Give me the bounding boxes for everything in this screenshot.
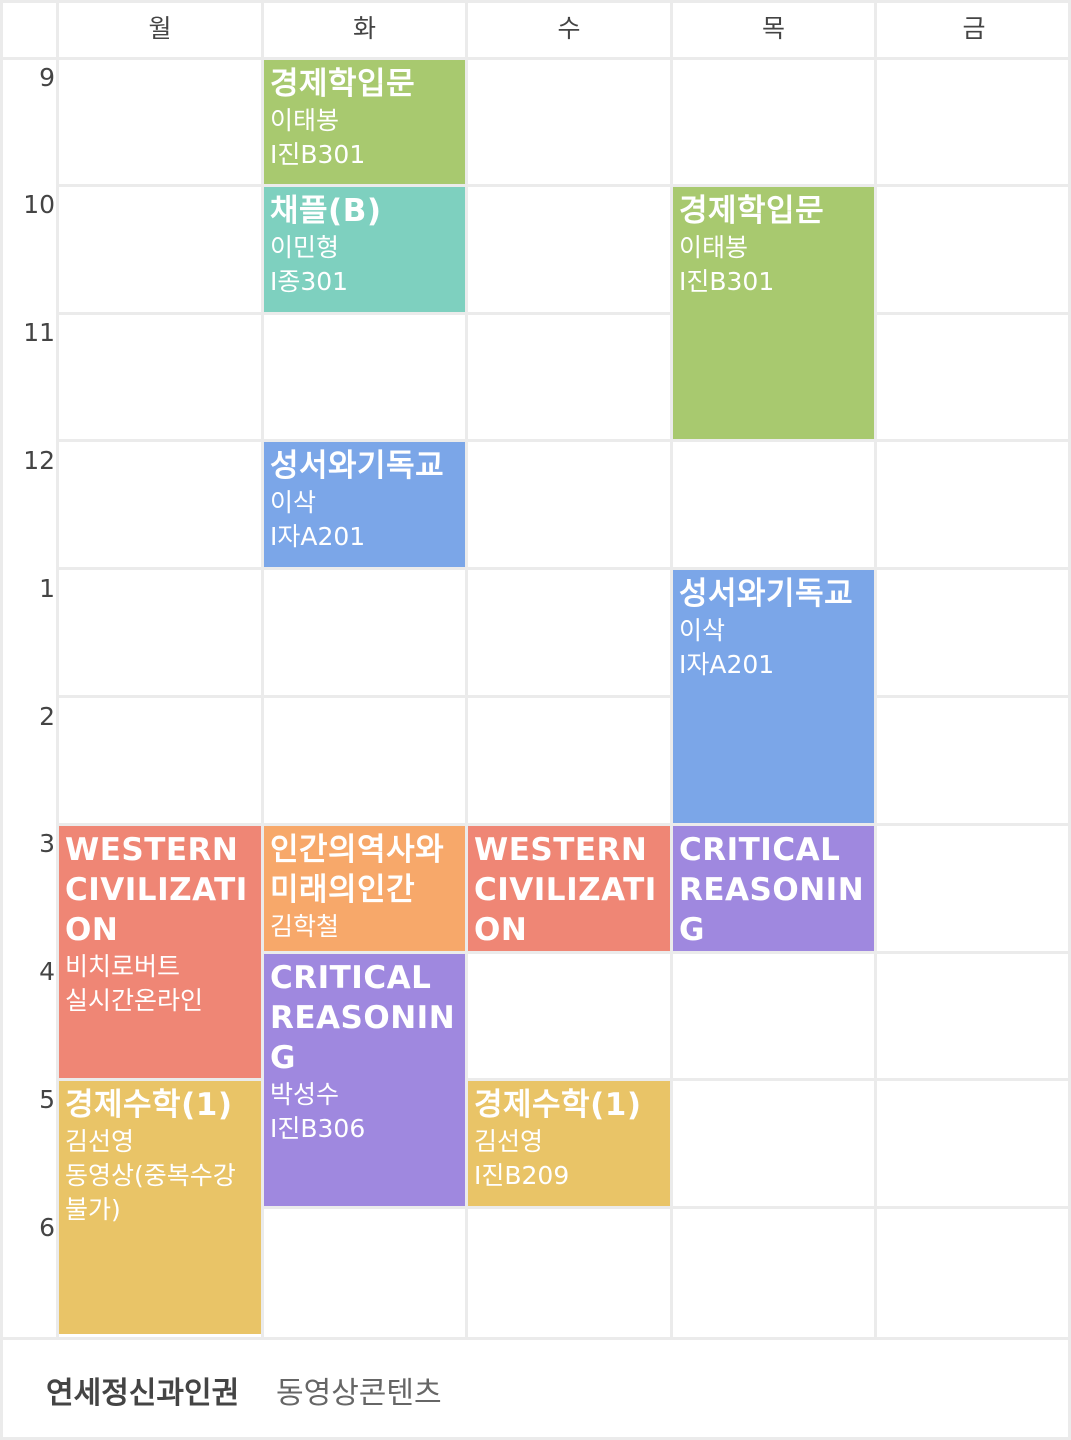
timetable-grid: 월 화 수 목 금 9 10 11 12 1 2 3 4 5 6 경제학입문 이… (0, 0, 1071, 1337)
course-title: WESTERN CIVILIZATION (65, 832, 248, 948)
course-block[interactable]: CRITICAL REASONING (673, 826, 874, 951)
course-room: 실시간온라인 (65, 986, 204, 1015)
course-title: 채플(B) (270, 193, 382, 229)
day-header-fri: 금 (962, 14, 986, 43)
hour-label-1: 1 (39, 574, 55, 603)
course-room: I진B301 (679, 267, 775, 296)
course-title: 경제수학(1) (474, 1087, 642, 1123)
course-block[interactable]: WESTERN CIVILIZATION (468, 826, 670, 951)
grid-line (874, 0, 877, 1337)
course-room: I자A201 (270, 522, 366, 551)
course-professor: 김학철 (270, 912, 340, 941)
grid-line (56, 695, 1071, 698)
course-title: 경제학입문 (679, 193, 825, 229)
course-room: I진B301 (270, 140, 366, 169)
course-room: 동영상(중복수강불가) (65, 1161, 236, 1224)
course-professor: 김선영 (474, 1127, 544, 1156)
course-title: CRITICAL REASONING (270, 960, 456, 1076)
hour-label-5: 5 (39, 1085, 55, 1114)
hour-label-12: 12 (23, 446, 55, 475)
course-block[interactable]: WESTERN CIVILIZATION 비치로버트 실시간온라인 (59, 826, 261, 1078)
course-block[interactable]: 경제수학(1) 김선영 I진B209 (468, 1081, 670, 1206)
grid-line (56, 312, 1071, 315)
day-header-thu: 목 (761, 14, 785, 43)
course-title: 성서와기독교 (270, 448, 445, 484)
day-header-wed: 수 (557, 14, 581, 43)
course-block[interactable]: 성서와기독교 이삭 I자A201 (264, 442, 465, 567)
footer-course-type: 동영상콘텐츠 (276, 1376, 442, 1411)
course-title: 인간의역사와미래의인간 (270, 832, 445, 908)
course-title: CRITICAL REASONING (679, 832, 865, 948)
hour-label-3: 3 (39, 829, 55, 858)
course-block[interactable]: 인간의역사와미래의인간 김학철 (264, 826, 465, 951)
course-title: WESTERN CIVILIZATION (474, 832, 657, 948)
course-room: I자A201 (679, 650, 775, 679)
frame-border (0, 0, 1071, 3)
course-title: 경제수학(1) (65, 1087, 233, 1123)
grid-line (56, 567, 1071, 570)
course-block[interactable]: 성서와기독교 이삭 I자A201 (673, 570, 874, 823)
course-title: 성서와기독교 (679, 576, 854, 612)
course-block[interactable]: 경제수학(1) 김선영 동영상(중복수강불가) (59, 1081, 261, 1334)
timetable: 월 화 수 목 금 9 10 11 12 1 2 3 4 5 6 경제학입문 이… (0, 0, 1071, 1440)
course-professor: 이삭 (679, 616, 726, 645)
hour-label-2: 2 (39, 702, 55, 731)
course-professor: 비치로버트 (65, 952, 181, 981)
grid-line (56, 184, 1071, 187)
course-title: 경제학입문 (270, 66, 416, 102)
course-block[interactable]: 경제학입문 이태봉 I진B301 (264, 60, 465, 184)
frame-border (0, 0, 3, 1440)
course-professor: 이민형 (270, 233, 340, 262)
course-professor: 이태봉 (270, 106, 340, 135)
hour-label-9: 9 (39, 63, 55, 92)
hour-label-6: 6 (39, 1213, 55, 1242)
course-block[interactable]: CRITICAL REASONING 박성수 I진B306 (264, 954, 465, 1206)
hour-label-4: 4 (39, 957, 55, 986)
hour-label-10: 10 (23, 190, 55, 219)
course-professor: 김선영 (65, 1127, 135, 1156)
course-professor: 박성수 (270, 1080, 340, 1109)
course-room: I진B209 (474, 1161, 570, 1190)
day-header-tue: 화 (352, 14, 376, 43)
hour-label-11: 11 (23, 318, 55, 347)
day-header-mon: 월 (148, 14, 172, 43)
course-room: I진B306 (270, 1114, 366, 1143)
footer-course-title: 연세정신과인권 (46, 1376, 240, 1411)
course-block[interactable]: 경제학입문 이태봉 I진B301 (673, 187, 874, 439)
course-block[interactable]: 채플(B) 이민형 I종301 (264, 187, 465, 312)
course-room: I종301 (270, 267, 349, 296)
course-professor: 이삭 (270, 488, 317, 517)
course-professor: 이태봉 (679, 233, 749, 262)
grid-line (56, 439, 1071, 442)
